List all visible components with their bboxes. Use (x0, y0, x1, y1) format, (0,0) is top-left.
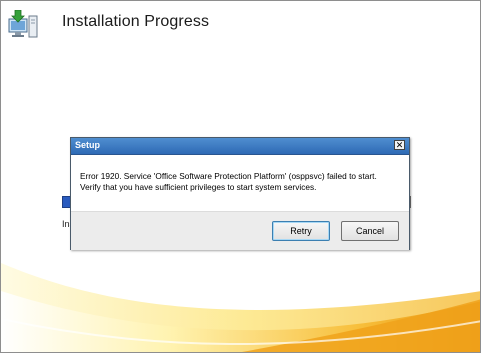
dialog-footer: Retry Cancel (71, 211, 409, 250)
close-icon: ✕ (395, 140, 404, 150)
installer-window: Installation Progress Ins Setup ✕ Error … (0, 0, 481, 353)
error-dialog: Setup ✕ Error 1920. Service 'Office Soft… (70, 137, 410, 250)
page-title: Installation Progress (62, 13, 210, 30)
retry-button[interactable]: Retry (272, 221, 330, 241)
dialog-titlebar[interactable]: Setup ✕ (71, 138, 409, 155)
install-monitor-icon (8, 10, 38, 38)
error-message: Error 1920. Service 'Office Software Pro… (80, 171, 377, 192)
close-button[interactable]: ✕ (394, 140, 405, 150)
cancel-button[interactable]: Cancel (341, 221, 399, 241)
dialog-title: Setup (75, 140, 101, 150)
dialog-body: Error 1920. Service 'Office Software Pro… (71, 155, 409, 211)
